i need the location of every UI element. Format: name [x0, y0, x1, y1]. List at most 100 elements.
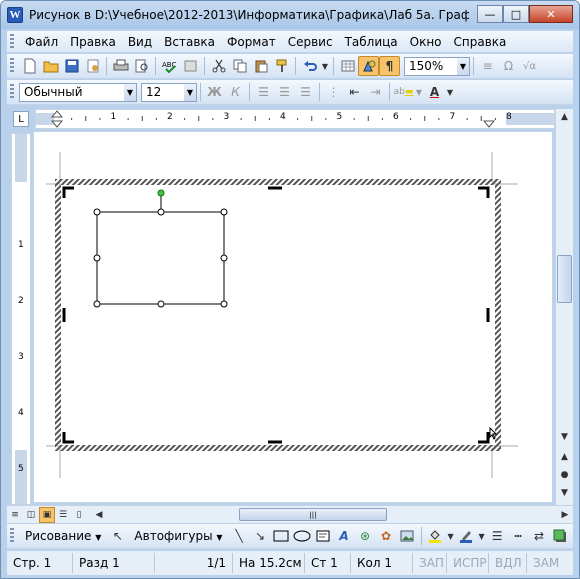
- align-justify-icon[interactable]: ☰: [295, 82, 316, 102]
- menu-help[interactable]: Справка: [448, 35, 513, 49]
- status-at[interactable]: На 15.2см: [233, 553, 305, 573]
- status-pages[interactable]: 1/1: [155, 553, 233, 573]
- permission-icon[interactable]: [82, 56, 103, 76]
- menu-view[interactable]: Вид: [122, 35, 158, 49]
- vertical-ruler[interactable]: 1 2 3 4 5: [11, 133, 31, 505]
- outline-view-icon[interactable]: ☰: [55, 507, 71, 523]
- arrow-style-icon[interactable]: ⇄: [529, 526, 550, 546]
- horizontal-ruler[interactable]: 1 2 3 4 5 6 7 8: [35, 109, 555, 129]
- text-box-icon[interactable]: [313, 526, 334, 546]
- scroll-right-icon[interactable]: ▶: [557, 507, 573, 523]
- menu-table[interactable]: Таблица: [339, 35, 404, 49]
- tab-selector[interactable]: L: [13, 111, 29, 127]
- spelling-icon[interactable]: ABC: [159, 56, 180, 76]
- scroll-left-icon[interactable]: ◀: [91, 507, 107, 523]
- clipart-icon[interactable]: ✿: [376, 526, 397, 546]
- decrease-indent-icon[interactable]: ⇤: [344, 82, 365, 102]
- show-formatting-button[interactable]: ¶: [379, 56, 400, 76]
- increase-indent-icon[interactable]: ⇥: [365, 82, 386, 102]
- toolbar-grip[interactable]: [10, 84, 14, 100]
- menu-file[interactable]: Файл: [19, 35, 64, 49]
- equation-icon[interactable]: √α: [519, 56, 540, 76]
- minimize-button[interactable]: —: [477, 5, 503, 23]
- menu-format[interactable]: Формат: [221, 35, 282, 49]
- horizontal-scroll-thumb[interactable]: |||: [239, 508, 387, 521]
- diagram-icon[interactable]: ⊛: [355, 526, 376, 546]
- save-icon[interactable]: [61, 56, 82, 76]
- cut-icon[interactable]: [208, 56, 229, 76]
- styles-icon[interactable]: ≡: [477, 56, 498, 76]
- insert-table-icon[interactable]: [337, 56, 358, 76]
- vertical-scroll-thumb[interactable]: [557, 255, 572, 303]
- fill-dropdown-icon[interactable]: ▼: [446, 526, 456, 546]
- format-painter-icon[interactable]: [271, 56, 292, 76]
- scroll-down-icon[interactable]: ▼: [556, 429, 573, 445]
- font-size-combo[interactable]: 12 ▼: [141, 82, 197, 102]
- chevron-down-icon[interactable]: ▼: [124, 83, 136, 101]
- undo-icon[interactable]: [299, 56, 320, 76]
- align-center-icon[interactable]: ☰: [274, 82, 295, 102]
- research-icon[interactable]: [180, 56, 201, 76]
- drawing-toggle-icon[interactable]: [358, 56, 379, 76]
- menu-tools[interactable]: Сервис: [282, 35, 339, 49]
- rotation-handle[interactable]: [157, 189, 165, 197]
- autoshapes-menu-button[interactable]: Автофигуры ▼: [128, 529, 228, 543]
- print-icon[interactable]: [110, 56, 131, 76]
- status-section[interactable]: Разд 1: [73, 553, 155, 573]
- previous-page-icon[interactable]: ▲: [556, 449, 573, 465]
- chevron-down-icon[interactable]: ▼: [184, 83, 196, 101]
- vertical-scrollbar[interactable]: ▲ ▼ ▲ ● ▼: [555, 109, 573, 505]
- align-left-icon[interactable]: ☰: [253, 82, 274, 102]
- highlight-dropdown-icon[interactable]: ▼: [414, 82, 424, 102]
- font-color-icon[interactable]: A: [424, 82, 445, 102]
- status-column[interactable]: Кол 1: [351, 553, 413, 573]
- drawing-canvas[interactable]: [34, 132, 552, 502]
- line-tool-icon[interactable]: ╲: [229, 526, 250, 546]
- status-trk[interactable]: ИСПР: [447, 553, 489, 573]
- reading-view-icon[interactable]: ▯: [71, 507, 87, 523]
- status-ovr[interactable]: ЗАМ: [527, 553, 563, 573]
- status-page[interactable]: Стр. 1: [7, 553, 73, 573]
- zoom-combo[interactable]: 150% ▼: [404, 56, 470, 76]
- menu-window[interactable]: Окно: [404, 35, 448, 49]
- toolbar-grip[interactable]: [10, 58, 14, 74]
- undo-dropdown-icon[interactable]: ▼: [320, 56, 330, 76]
- print-layout-view-icon[interactable]: ▣: [39, 506, 55, 523]
- italic-button[interactable]: К: [225, 82, 246, 102]
- line-style-icon[interactable]: ☰: [487, 526, 508, 546]
- toolbar-grip[interactable]: [10, 528, 14, 544]
- status-line[interactable]: Ст 1: [305, 553, 351, 573]
- menubar-grip[interactable]: [10, 33, 14, 50]
- copy-icon[interactable]: [229, 56, 250, 76]
- new-document-icon[interactable]: [19, 56, 40, 76]
- bold-button[interactable]: Ж: [204, 82, 225, 102]
- open-folder-icon[interactable]: [40, 56, 61, 76]
- shadow-icon[interactable]: [550, 526, 571, 546]
- line-color-dropdown-icon[interactable]: ▼: [477, 526, 487, 546]
- rectangle-tool-icon[interactable]: [271, 526, 292, 546]
- numbered-list-icon[interactable]: ⋮: [323, 82, 344, 102]
- chevron-down-icon[interactable]: ▼: [457, 57, 469, 75]
- browse-object-icon[interactable]: ●: [556, 467, 573, 483]
- rectangle-shape[interactable]: [96, 211, 225, 305]
- draw-menu-button[interactable]: Рисование ▼: [19, 529, 107, 543]
- status-ext[interactable]: ВДЛ: [489, 553, 527, 573]
- select-objects-icon[interactable]: ↖: [107, 526, 128, 546]
- wordart-icon[interactable]: A: [334, 526, 355, 546]
- fill-color-icon[interactable]: [425, 526, 446, 546]
- line-color-icon[interactable]: [456, 526, 477, 546]
- menu-edit[interactable]: Правка: [64, 35, 122, 49]
- highlight-icon[interactable]: ab ▬: [393, 82, 414, 102]
- web-view-icon[interactable]: ◫: [23, 507, 39, 523]
- oval-tool-icon[interactable]: [292, 526, 313, 546]
- insert-picture-icon[interactable]: [397, 526, 418, 546]
- style-combo[interactable]: Обычный ▼: [19, 82, 137, 102]
- maximize-button[interactable]: □: [503, 5, 529, 23]
- omega-symbol-icon[interactable]: Ω: [498, 56, 519, 76]
- dash-style-icon[interactable]: ┅: [508, 526, 529, 546]
- font-color-dropdown-icon[interactable]: ▼: [445, 82, 455, 102]
- paste-icon[interactable]: [250, 56, 271, 76]
- arrow-tool-icon[interactable]: ↘: [250, 526, 271, 546]
- close-button[interactable]: ✕: [529, 5, 573, 23]
- print-preview-icon[interactable]: [131, 56, 152, 76]
